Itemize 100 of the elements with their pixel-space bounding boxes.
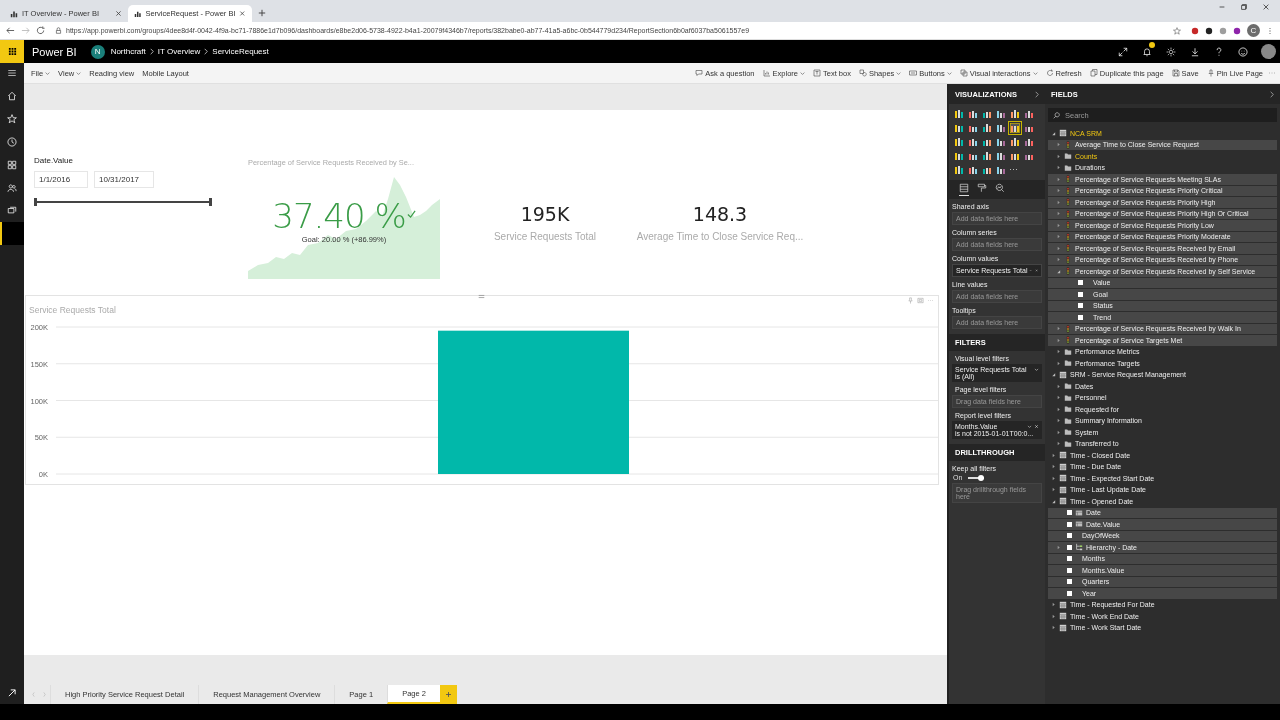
chart-type-icon[interactable] [1023, 108, 1035, 120]
apps-icon[interactable] [7, 47, 17, 56]
checkbox[interactable] [1067, 567, 1072, 573]
checkbox[interactable] [1078, 303, 1083, 309]
checkbox[interactable] [1067, 544, 1072, 550]
bar-chart-icon [10, 9, 18, 18]
chart-type-icon[interactable] [953, 150, 965, 162]
close-icon[interactable] [239, 10, 246, 17]
chart-type-icon[interactable] [981, 150, 993, 162]
chart-type-icon[interactable] [995, 136, 1007, 148]
expand-arrow-icon[interactable] [1051, 130, 1056, 136]
expand-arrow-icon[interactable] [1056, 441, 1061, 447]
chart-type-icon[interactable] [995, 108, 1007, 120]
smiley-icon[interactable] [1238, 46, 1248, 57]
diagonal-arrow-icon[interactable] [7, 688, 17, 698]
workspace-icon[interactable] [7, 205, 17, 216]
close-icon[interactable] [1262, 3, 1270, 11]
fields-icon[interactable] [959, 183, 969, 196]
expand-arrow-icon[interactable] [1056, 395, 1061, 401]
chart-type-icon[interactable] [967, 108, 979, 120]
clock-icon[interactable] [7, 136, 17, 147]
expand-arrow-icon[interactable] [1056, 429, 1061, 435]
drag-handle-icon[interactable] [478, 294, 485, 299]
expand-arrow-icon[interactable] [1051, 625, 1056, 631]
chart-type-icon[interactable] [995, 122, 1007, 134]
date-field[interactable]: 1/1/2016 [34, 171, 88, 188]
chart-icon [762, 69, 771, 77]
apps-icon[interactable] [7, 159, 17, 170]
chevron-icon[interactable] [1270, 90, 1274, 98]
chart-type-icon[interactable] [1009, 122, 1021, 134]
checkbox[interactable] [1067, 556, 1072, 562]
reload-icon[interactable] [36, 26, 45, 35]
checkbox[interactable] [1078, 314, 1083, 320]
date-field[interactable]: 10/31/2017 [94, 171, 154, 188]
expand-arrow-icon[interactable] [1051, 452, 1056, 458]
chart-type-icon[interactable] [1023, 136, 1035, 148]
star-icon[interactable] [1173, 26, 1181, 35]
expand-arrow-icon[interactable] [1051, 475, 1056, 481]
chart-type-icon[interactable] [967, 136, 979, 148]
expand-arrow-icon[interactable] [1056, 349, 1061, 355]
caret-icon[interactable] [1027, 424, 1032, 429]
restore-icon[interactable] [1240, 3, 1248, 11]
chart-type-icon[interactable] [1009, 136, 1021, 148]
nav-item[interactable] [0, 222, 24, 245]
checkbox[interactable] [1078, 291, 1083, 297]
chart-type-icon[interactable] [953, 136, 965, 148]
expand-arrow-icon[interactable] [1051, 487, 1056, 493]
checkbox[interactable] [1067, 590, 1072, 596]
expand-arrow-icon[interactable] [1056, 165, 1061, 171]
help-icon[interactable] [1214, 46, 1224, 57]
analytics-icon[interactable] [995, 183, 1005, 195]
close-icon[interactable] [115, 10, 122, 17]
people-icon[interactable] [7, 182, 17, 193]
profile-avatar[interactable]: C [1247, 24, 1260, 37]
plus-icon[interactable] [258, 9, 266, 17]
app-launcher-button[interactable] [0, 40, 24, 63]
toggle-switch[interactable] [968, 476, 985, 479]
expand-arrow-icon[interactable] [1056, 153, 1061, 159]
expand-arrow-icon[interactable] [1056, 406, 1061, 412]
home-icon[interactable] [7, 90, 17, 101]
settings-icon[interactable] [1166, 46, 1176, 57]
chart-type-icon[interactable] [953, 122, 965, 134]
expand-arrow-icon[interactable] [1056, 268, 1061, 274]
checkbox[interactable] [1078, 280, 1083, 286]
expand-arrow-icon[interactable] [1051, 613, 1056, 619]
chart-type-icon[interactable] [995, 164, 1007, 176]
chart-type-icon[interactable] [1009, 108, 1021, 120]
chart-type-icon[interactable] [953, 164, 965, 176]
checkbox[interactable] [1067, 579, 1072, 585]
range-slider[interactable] [34, 198, 212, 206]
bell-icon[interactable] [1142, 46, 1152, 57]
menu-icon[interactable] [7, 68, 17, 78]
breadcrumb-link[interactable]: ServiceRequest [212, 47, 269, 56]
expand-arrow-icon[interactable] [1056, 418, 1061, 424]
chart-type-icon[interactable] [953, 108, 965, 120]
expand-arrow-icon[interactable] [1051, 464, 1056, 470]
expand-arrow-icon[interactable] [1056, 383, 1061, 389]
caret-icon[interactable] [1034, 367, 1039, 372]
expand-arrow-icon[interactable] [1056, 360, 1061, 366]
expand-arrow-icon[interactable] [1051, 498, 1056, 504]
breadcrumb-link[interactable]: IT Overview [157, 47, 201, 56]
expand-arrow-icon[interactable] [1051, 372, 1056, 378]
chart-type-icon[interactable] [981, 122, 993, 134]
back-icon[interactable] [6, 26, 15, 35]
checkbox[interactable] [1067, 510, 1072, 516]
paint-roller-icon[interactable] [977, 183, 987, 195]
checkbox[interactable] [1067, 521, 1072, 527]
checkbox[interactable] [1067, 533, 1072, 539]
traffic-light-icon [1064, 267, 1072, 276]
chart-type-icon[interactable] [995, 150, 1007, 162]
traffic-light-icon [1064, 175, 1072, 184]
user-avatar[interactable] [1261, 44, 1276, 59]
expand-icon[interactable] [1118, 46, 1128, 57]
breadcrumb-link[interactable]: Northcraft [110, 47, 146, 56]
chart-type-icon[interactable] [967, 164, 979, 176]
download-icon[interactable] [1190, 46, 1200, 57]
expand-arrow-icon[interactable] [1051, 602, 1056, 608]
more-visuals[interactable]: ··· [1009, 164, 1021, 176]
buttons-icon [909, 69, 918, 77]
chevron-icon[interactable] [1035, 90, 1039, 98]
